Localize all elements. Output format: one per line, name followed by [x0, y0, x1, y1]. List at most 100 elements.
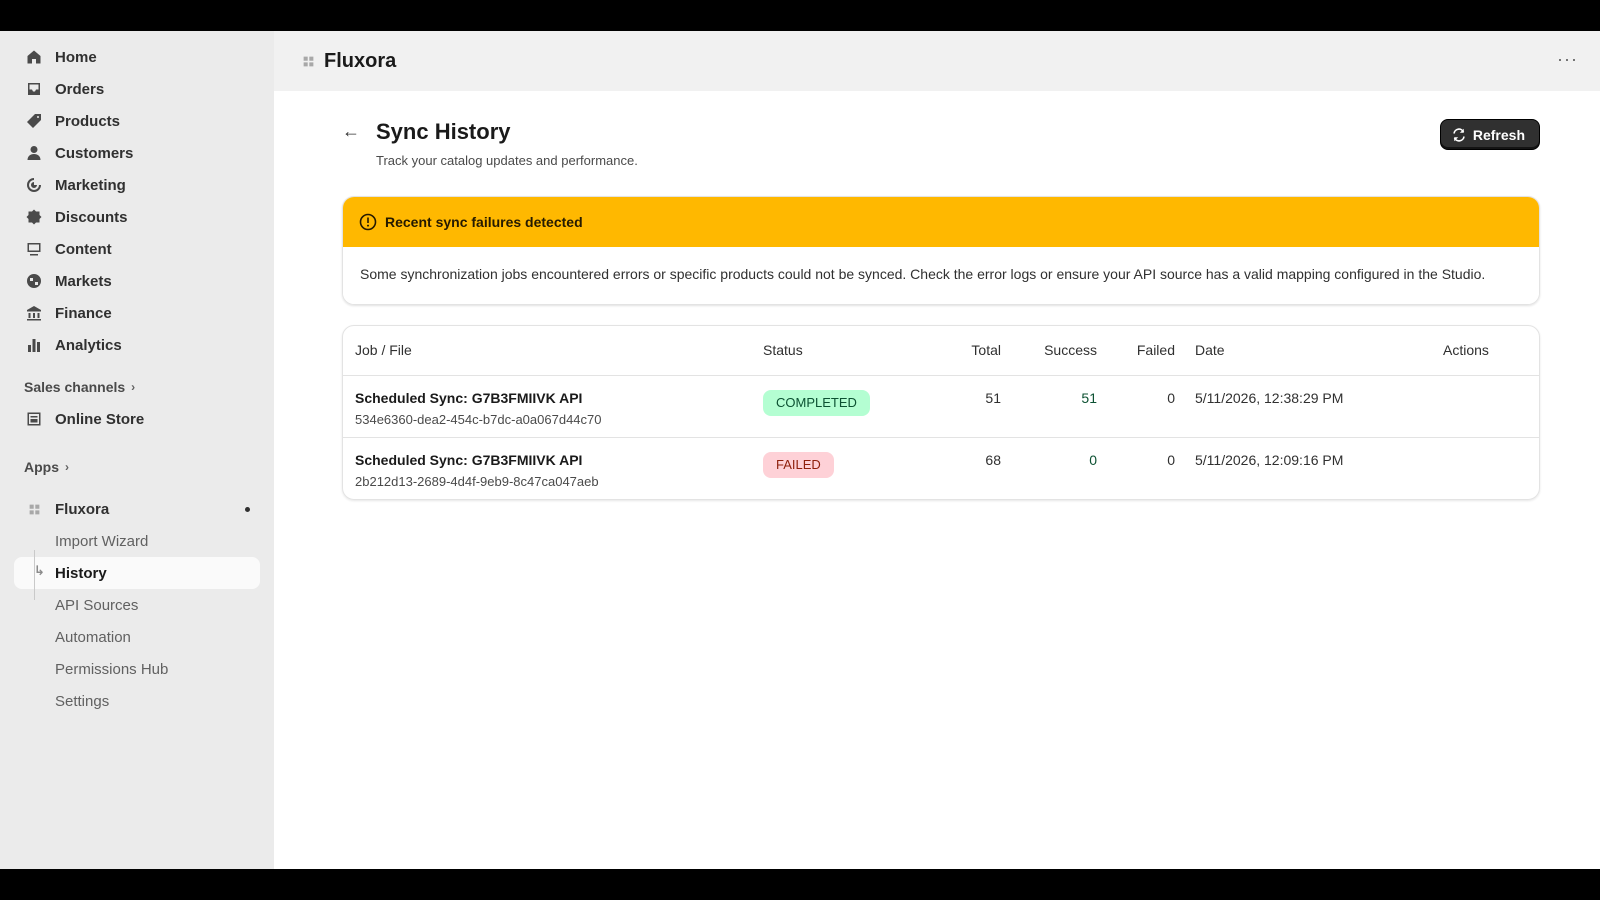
main-area: Fluxora ··· ← Sync History Track your ca… [274, 31, 1600, 869]
sync-date: 5/11/2026, 12:38:29 PM [1195, 389, 1344, 406]
app-name: Fluxora [55, 500, 110, 518]
apps-header[interactable]: Apps › [14, 451, 260, 483]
nav-home[interactable]: Home [14, 41, 260, 73]
tree-branch-icon: ↳ [34, 563, 45, 578]
subnav-label: History [55, 564, 107, 582]
nav-markets[interactable]: Markets [14, 265, 260, 297]
nav-label: Customers [55, 144, 134, 162]
nav-discounts[interactable]: Discounts [14, 201, 260, 233]
app-fluxora[interactable]: Fluxora [14, 493, 260, 525]
col-actions: Actions [1443, 326, 1539, 376]
refresh-icon [1453, 127, 1465, 142]
col-success: Success [1007, 326, 1103, 376]
nav-label: Products [55, 112, 121, 130]
col-job: Job / File [343, 326, 757, 376]
nav-content[interactable]: Content [14, 233, 260, 265]
nav-label: Content [55, 240, 112, 258]
nav-label: Home [55, 48, 97, 66]
nav-customers[interactable]: Customers [14, 137, 260, 169]
nav-label: Marketing [55, 176, 126, 194]
subnav-history[interactable]: ↳ History [14, 557, 260, 589]
subnav-settings[interactable]: Settings [14, 685, 260, 717]
nav-label: Discounts [55, 208, 128, 226]
nav-analytics[interactable]: Analytics [14, 329, 260, 361]
col-total: Total [917, 326, 1007, 376]
job-id: 534e6360-dea2-454c-b7dc-a0a067d44c70 [355, 411, 602, 427]
sales-channels-label: Sales channels [24, 379, 126, 395]
table-row[interactable]: Scheduled Sync: G7B3FMIIVK API 2b212d13-… [343, 436, 1539, 499]
page-header: ← Sync History Track your catalog update… [342, 119, 1540, 168]
page-title: Sync History [376, 119, 511, 144]
job-name: Scheduled Sync: G7B3FMIIVK API [355, 451, 583, 468]
target-icon [24, 175, 44, 195]
more-options-icon[interactable]: ··· [1557, 49, 1578, 70]
page-content: ← Sync History Track your catalog update… [274, 91, 1600, 500]
banner-title: Recent sync failures detected [385, 214, 583, 230]
col-date: Date [1181, 326, 1443, 376]
app-grid-icon [24, 499, 44, 519]
app-grid-icon [300, 53, 316, 69]
nav-marketing[interactable]: Marketing [14, 169, 260, 201]
nav-orders[interactable]: Orders [14, 73, 260, 105]
nav-label: Markets [55, 272, 112, 290]
subnav-label: Import Wizard [55, 532, 149, 550]
nav-label: Online Store [55, 410, 145, 428]
col-status: Status [757, 326, 917, 376]
success-count: 0 [1007, 436, 1103, 499]
nav-label: Analytics [55, 336, 122, 354]
subnav-label: Settings [55, 692, 110, 710]
orders-icon [24, 79, 44, 99]
subnav-automation[interactable]: Automation [14, 621, 260, 653]
app-topbar: Fluxora ··· [274, 31, 1600, 91]
subnav-label: API Sources [55, 596, 139, 614]
nav-products[interactable]: Products [14, 105, 260, 137]
page-subtitle: Track your catalog updates and performan… [376, 153, 638, 168]
admin-window: Home Orders Products Customers Marketing… [0, 31, 1600, 869]
banner-body: Some synchronization jobs encountered er… [343, 247, 1539, 304]
apps-label: Apps [24, 459, 59, 475]
refresh-label: Refresh [1472, 126, 1525, 143]
row-actions [1443, 375, 1539, 437]
sales-channels-header[interactable]: Sales channels › [14, 371, 260, 403]
sync-date: 5/11/2026, 12:09:16 PM [1181, 436, 1443, 499]
discount-icon [24, 207, 44, 227]
store-icon [24, 409, 44, 429]
chevron-right-icon: › [131, 380, 136, 394]
chevron-right-icon: › [65, 460, 69, 474]
success-count: 51 [1081, 389, 1097, 406]
table-header-row: Job / File Status Total Success Failed D… [343, 326, 1539, 376]
row-actions [1443, 436, 1539, 499]
content-icon [24, 239, 44, 259]
alert-circle-icon [359, 213, 377, 231]
tree-line [34, 550, 35, 600]
total-count: 68 [917, 436, 1007, 499]
failed-count: 0 [1167, 389, 1175, 406]
table-row[interactable]: Scheduled Sync: G7B3FMIIVK API 534e6360-… [343, 375, 1539, 437]
nav-finance[interactable]: Finance [14, 297, 260, 329]
bank-icon [24, 303, 44, 323]
total-count: 51 [985, 389, 1001, 406]
subnav-label: Permissions Hub [55, 660, 169, 678]
subnav-api-sources[interactable]: API Sources [14, 589, 260, 621]
nav-label: Orders [55, 80, 105, 98]
sync-history-table: Job / File Status Total Success Failed D… [342, 325, 1540, 500]
back-arrow-icon[interactable]: ← [342, 121, 362, 142]
bar-chart-icon [24, 335, 44, 355]
status-badge: FAILED [763, 451, 834, 478]
status-badge: COMPLETED [763, 389, 870, 416]
home-icon [24, 47, 44, 67]
pin-dot-icon [245, 506, 250, 512]
nav-online-store[interactable]: Online Store [14, 403, 260, 435]
tag-icon [24, 111, 44, 131]
globe-icon [24, 271, 44, 291]
subnav-permissions-hub[interactable]: Permissions Hub [14, 653, 260, 685]
banner-header: Recent sync failures detected [343, 197, 1539, 247]
job-name: Scheduled Sync: G7B3FMIIVK API [355, 389, 583, 406]
warning-banner: Recent sync failures detected Some synch… [342, 196, 1540, 305]
subnav-import-wizard[interactable]: Import Wizard [14, 525, 260, 557]
failed-count: 0 [1103, 436, 1181, 499]
refresh-button[interactable]: Refresh [1439, 119, 1540, 150]
app-title: Fluxora [324, 49, 397, 72]
col-failed: Failed [1103, 326, 1181, 376]
subnav-label: Automation [55, 628, 131, 646]
